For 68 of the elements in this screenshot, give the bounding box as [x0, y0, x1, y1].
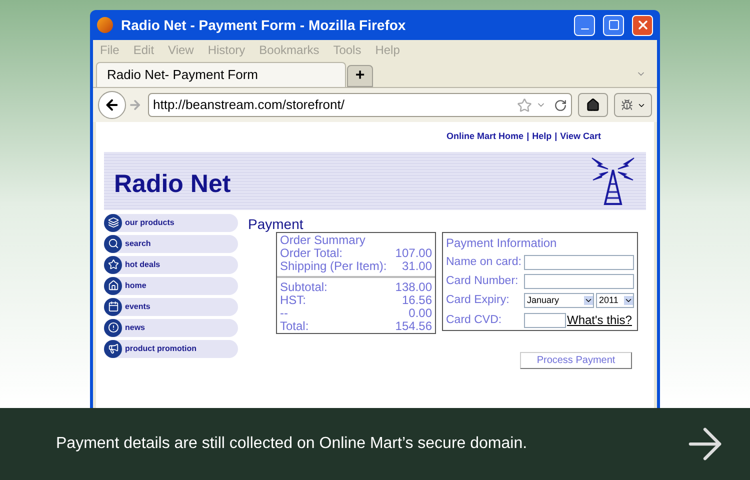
year-select[interactable]: 2011 [596, 293, 634, 308]
field-label: Card CVD: [446, 312, 503, 328]
minimize-button[interactable] [574, 14, 595, 36]
back-button[interactable] [98, 91, 126, 119]
whats-this-link[interactable]: What's this? [567, 311, 632, 330]
browser-logo-icon [97, 17, 113, 33]
search-icon [108, 238, 118, 249]
reload-icon[interactable] [554, 98, 567, 112]
layers-icon [108, 217, 118, 228]
top-link[interactable]: View Cart [560, 130, 601, 144]
caption-text: Payment details are still collected on Online Mart’s secure domain. [56, 434, 528, 454]
megaphone-icon [108, 343, 118, 354]
maximize-icon [608, 19, 620, 31]
radio-tower-icon [590, 156, 636, 206]
nav-item[interactable]: our products [104, 214, 238, 232]
summary-value: 154.56 [395, 320, 432, 332]
home-icon [586, 98, 600, 112]
field-label: Card Number: [446, 274, 520, 289]
close-icon [636, 18, 650, 32]
home-icon [108, 280, 118, 291]
summary-label: HST: [280, 294, 306, 306]
summary-value: 107.00 [395, 246, 432, 260]
bug-icon [620, 99, 632, 111]
summary-value: 16.56 [402, 294, 432, 306]
link-separator: | [526, 130, 530, 143]
summary-value: 0.00 [408, 306, 432, 320]
field-label: Card Expiry: [446, 293, 510, 308]
calendar-icon [108, 301, 118, 312]
alert-icon [108, 322, 118, 333]
bookmark-star-icon[interactable] [517, 98, 532, 112]
page-heading: Payment [248, 216, 304, 232]
window-title: Radio Net - Payment Form - Mozilla Firefox [121, 16, 407, 35]
month-select[interactable]: January [524, 293, 594, 308]
site-title: Radio Net [114, 168, 231, 200]
address-bar[interactable]: http://beanstream.com/storefront/ [148, 93, 572, 117]
nav-item[interactable]: home [104, 276, 238, 294]
addon-button[interactable] [614, 93, 652, 117]
cvd-field[interactable] [524, 312, 566, 328]
nav-item[interactable]: search [104, 234, 238, 252]
summary-value: 138.00 [395, 280, 432, 294]
nav-item[interactable]: product promotion [104, 340, 238, 358]
browser-tab[interactable]: Radio Net- Payment Form [96, 62, 346, 87]
nav-item[interactable]: events [104, 298, 238, 316]
top-link[interactable]: Online Mart Home [446, 130, 524, 144]
summary-label: Order Total: [280, 246, 342, 260]
summary-label: Total: [280, 320, 309, 332]
dropdown-icon [584, 296, 593, 306]
link-separator: | [554, 130, 558, 143]
field-label: Name on card: [446, 254, 522, 270]
panel-title: Payment Information [446, 234, 558, 252]
nav-item[interactable]: news [104, 318, 238, 336]
summary-label: Shipping (Per Item): [280, 260, 387, 272]
nav-item[interactable]: hot deals [104, 256, 238, 274]
back-icon [104, 97, 120, 113]
card-number-field[interactable] [524, 274, 634, 289]
panel-title: Order Summary [280, 234, 366, 246]
dropdown-icon [624, 296, 633, 306]
close-button[interactable] [632, 14, 653, 36]
summary-label: Subtotal: [280, 280, 328, 294]
star-icon [108, 259, 118, 270]
summary-value: 31.00 [402, 260, 432, 272]
maximize-button[interactable] [603, 14, 624, 36]
process-payment-button[interactable]: Process Payment [520, 352, 632, 368]
home-button[interactable] [578, 93, 608, 117]
top-link[interactable]: Help [532, 130, 552, 144]
name-field[interactable] [524, 254, 634, 270]
summary-label: -- [280, 306, 288, 320]
new-tab-button[interactable]: + [347, 65, 373, 87]
